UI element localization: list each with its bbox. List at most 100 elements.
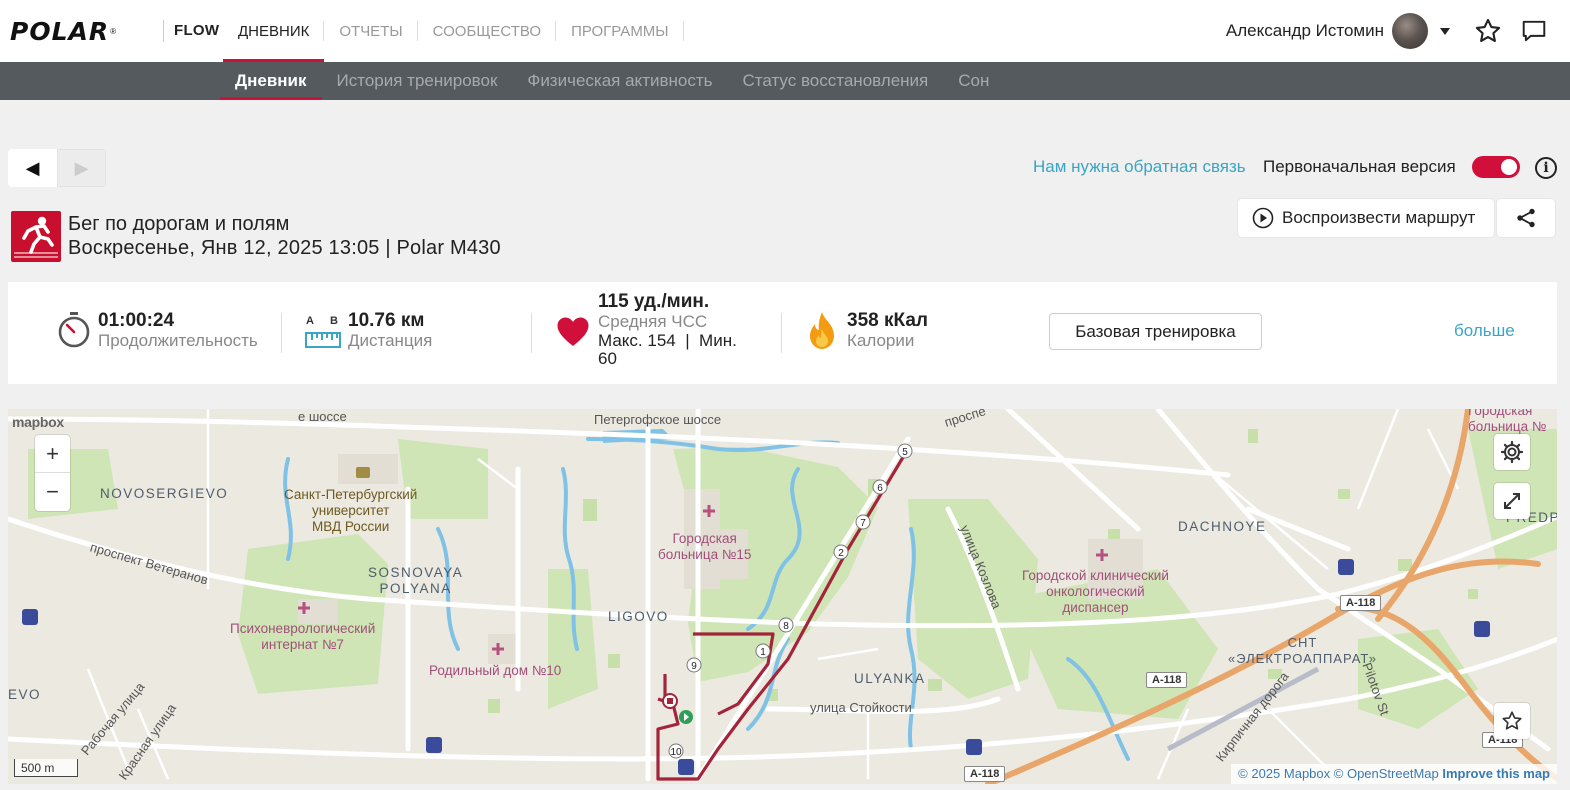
map-attribution: © 2025 Mapbox © OpenStreetMap Improve th…: [1231, 764, 1557, 784]
map-label-university: Санкт-Петербургский университет МВД Росс…: [284, 487, 418, 534]
map-label-district: NOVOSERGIEVO: [100, 486, 229, 501]
play-circle-icon: [1252, 207, 1274, 229]
star-icon[interactable]: [1474, 17, 1502, 45]
map-label-district: SOSNOVAYA POLYANA: [368, 565, 464, 596]
km-marker: 6: [872, 479, 888, 495]
session-datetime-device: Воскресенье, Янв 12, 2025 13:05 | Polar …: [68, 237, 501, 259]
duration-label: Продолжительность: [98, 331, 258, 350]
original-version-label: Первоначальная версия: [1263, 157, 1456, 176]
next-session-button[interactable]: ▶: [57, 149, 106, 187]
sub-nav: Дневник История тренировок Физическая ак…: [0, 62, 1570, 100]
fullscreen-button[interactable]: [1494, 483, 1530, 519]
feedback-link[interactable]: Нам нужна обратная связь: [1033, 157, 1246, 177]
map-label-district: ULYANKA: [854, 671, 926, 686]
share-button[interactable]: [1497, 199, 1555, 237]
map-settings-button[interactable]: [1494, 434, 1530, 470]
user-menu[interactable]: Александр Истомин: [1226, 12, 1450, 50]
avatar: [1392, 13, 1428, 49]
sub-nav-sleep[interactable]: Сон: [943, 62, 1004, 100]
original-version-toggle[interactable]: [1472, 156, 1520, 178]
zoom-out-button[interactable]: −: [35, 473, 70, 511]
star-icon: [1502, 711, 1522, 730]
km-marker: 7: [855, 514, 871, 530]
km-marker: 1: [755, 643, 771, 659]
gear-icon: [1500, 440, 1524, 464]
calories-label: Калории: [847, 331, 915, 350]
map-label-hospital: Городская больница №: [1468, 409, 1547, 434]
polar-logo-text: POLAR: [10, 16, 110, 46]
km-marker: 5: [897, 443, 913, 459]
svg-text:2: 2: [838, 548, 844, 559]
message-icon[interactable]: [1520, 18, 1548, 44]
improve-map-link[interactable]: Improve this map: [1442, 766, 1550, 781]
map-label-district: СНТ «ЭЛЕКТРОАППАРАТ»: [1228, 635, 1378, 666]
map-label-road: е шоссе: [298, 409, 347, 424]
basic-training-button[interactable]: Базовая тренировка: [1049, 313, 1262, 350]
prev-session-button[interactable]: ◀: [8, 149, 57, 187]
replay-route-label: Воспроизвести маршрут: [1282, 208, 1476, 227]
replay-route-button[interactable]: Воспроизвести маршрут: [1238, 199, 1494, 237]
attribution-osm[interactable]: OpenStreetMap: [1347, 766, 1439, 781]
zoom-control: + −: [35, 435, 70, 511]
zoom-in-button[interactable]: +: [35, 435, 70, 473]
divider: [531, 313, 532, 353]
main-nav-community[interactable]: СООБЩЕСТВО: [418, 0, 557, 62]
map-label-road: улица Стойкости: [810, 700, 912, 715]
km-marker: 10: [668, 743, 684, 759]
svg-text:5: 5: [902, 447, 908, 458]
km-marker: 2: [833, 544, 849, 560]
sub-nav-training-history[interactable]: История тренировок: [322, 62, 513, 100]
flame-icon: [810, 312, 834, 349]
map-label-road: Петергофское шоссе: [594, 412, 722, 427]
user-name: Александр Истомин: [1225, 21, 1384, 40]
route-map[interactable]: 1 2 5 6 7 8 9 10 Петергофское шоссе е шоссе про…: [8, 409, 1557, 784]
svg-text:7: 7: [860, 518, 866, 529]
map-label-district: LIGOVO: [608, 609, 669, 624]
km-marker: 9: [686, 657, 702, 673]
divider: [281, 313, 282, 353]
main-nav-diary[interactable]: ДНЕВНИК: [223, 0, 325, 62]
info-icon[interactable]: i: [1535, 157, 1557, 179]
flow-label: FLOW: [163, 20, 219, 42]
heart-rate-min-value: 60: [598, 349, 617, 368]
sub-nav-activity[interactable]: Физическая активность: [512, 62, 727, 100]
distance-icon: A B: [305, 315, 341, 351]
map-label-oncology: Городской клинический онкологический дис…: [1022, 568, 1169, 615]
svg-text:8: 8: [783, 621, 789, 632]
distance-label: Дистанция: [348, 331, 433, 350]
session-nav: ◀ ▶: [8, 149, 106, 187]
main-nav-reports[interactable]: ОТЧЕТЫ: [324, 0, 418, 62]
svg-text:1: 1: [760, 647, 766, 658]
chevron-down-icon: [1440, 27, 1450, 35]
map-scale: 500 m: [14, 759, 78, 777]
main-nav-programs[interactable]: ПРОГРАММЫ: [556, 0, 684, 62]
polar-logo[interactable]: POLAR ®: [10, 16, 116, 46]
divider: [781, 313, 782, 353]
calories-value: 358 кКал: [847, 310, 928, 331]
stopwatch-icon: [58, 312, 90, 348]
attribution-mapbox[interactable]: © 2025 Mapbox: [1238, 766, 1330, 781]
more-link[interactable]: больше: [1454, 321, 1515, 341]
session-summary: 01:00:24 Продолжительность A B 10.76 км …: [8, 282, 1557, 384]
map-favorite-button[interactable]: [1494, 703, 1530, 739]
km-marker: 8: [778, 617, 794, 633]
distance-icon-a: A: [306, 315, 314, 327]
map-label-district: DACHNOYE: [1178, 519, 1267, 534]
heart-icon: [557, 317, 589, 346]
road-shield: A-118: [1146, 672, 1188, 688]
main-nav: ДНЕВНИК ОТЧЕТЫ СООБЩЕСТВО ПРОГРАММЫ: [223, 0, 684, 62]
road-shield: A-118: [964, 766, 1006, 782]
running-icon: [11, 211, 61, 262]
sub-nav-recovery[interactable]: Статус восстановления: [728, 62, 944, 100]
sub-nav-diary[interactable]: Дневник: [220, 62, 322, 100]
heart-rate-label: Средняя ЧСС: [598, 312, 708, 331]
map-label-district: EVO: [8, 687, 42, 702]
mapbox-logo[interactable]: mapbox: [12, 414, 64, 430]
expand-icon: [1504, 493, 1520, 509]
map-canvas[interactable]: 1 2 5 6 7 8 9 10: [8, 409, 1557, 784]
distance-icon-b: B: [330, 315, 338, 327]
map-label-maternity: Родильный дом №10: [429, 663, 562, 678]
sport-name: Бег по дорогам и полям: [68, 213, 290, 235]
share-icon: [1517, 208, 1535, 228]
toggle-knob: [1501, 159, 1517, 175]
